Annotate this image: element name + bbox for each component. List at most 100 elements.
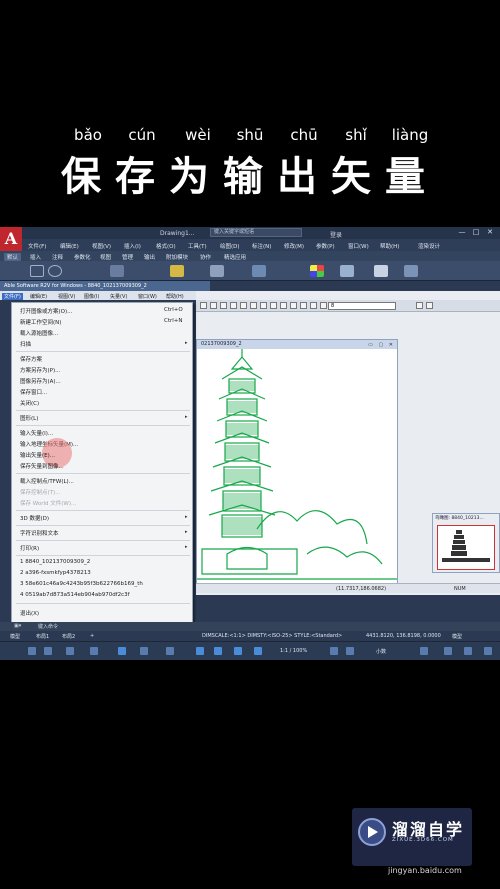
- menu-3d-data[interactable]: 3D 数据(D): [20, 514, 49, 522]
- tab-collaborate[interactable]: 协作: [200, 253, 211, 261]
- tab-default[interactable]: 默认: [4, 253, 22, 261]
- tool-icon[interactable]: [270, 302, 277, 309]
- isolate-icon[interactable]: [420, 647, 428, 655]
- able-menu-image[interactable]: 图像(I): [84, 293, 99, 300]
- menu-save-project[interactable]: 保存方案: [20, 355, 42, 363]
- move-icon[interactable]: [110, 265, 124, 277]
- menu-parametric[interactable]: 参数(P): [316, 242, 335, 250]
- tool-icon[interactable]: [230, 302, 237, 309]
- view-icon[interactable]: [404, 265, 418, 277]
- tool-icon[interactable]: [240, 302, 247, 309]
- menu-export-vector[interactable]: 输出矢量(E)...: [20, 451, 55, 459]
- command-line[interactable]: ▣▾ 键入命令: [0, 622, 500, 631]
- recent-file-1[interactable]: 1 8840_102137009309_2: [20, 559, 90, 565]
- selection-icon[interactable]: [214, 647, 222, 655]
- scale-readout[interactable]: 1:1 / 100%: [280, 648, 307, 654]
- gizmo-icon[interactable]: [234, 647, 242, 655]
- layer-icon[interactable]: [252, 265, 266, 277]
- otrack-icon[interactable]: [140, 647, 148, 655]
- able-menu-help[interactable]: 帮助(H): [166, 293, 184, 300]
- transparency-icon[interactable]: [196, 647, 204, 655]
- recent-file-2[interactable]: 2 a396-fxsmkfyp4378213: [20, 570, 91, 576]
- osnap-icon[interactable]: [118, 647, 126, 655]
- menu-new-workspace[interactable]: 新建工作空间(N): [20, 318, 61, 326]
- color-wheel-icon[interactable]: [310, 265, 324, 277]
- menu-view[interactable]: 视图(V): [92, 242, 111, 250]
- tool-icon[interactable]: [310, 302, 317, 309]
- units-readout[interactable]: 小数: [376, 648, 386, 655]
- command-icon[interactable]: ▣▾: [14, 623, 21, 629]
- customize-icon[interactable]: [484, 647, 492, 655]
- menu-print[interactable]: 打印(R): [20, 544, 39, 552]
- tool-icon[interactable]: [250, 302, 257, 309]
- menu-exit[interactable]: 退出(X): [20, 609, 39, 617]
- snap-icon[interactable]: [44, 647, 52, 655]
- document-window-buttons[interactable]: ▭ ▢ ✕: [368, 341, 395, 350]
- tool-icon[interactable]: [416, 302, 423, 309]
- tab-insert[interactable]: 插入: [30, 253, 41, 261]
- menu-graphics[interactable]: 图形(L): [20, 414, 38, 422]
- add-layout-button[interactable]: +: [90, 633, 94, 639]
- able-menu-edit[interactable]: 编辑(E): [30, 293, 47, 300]
- polar-icon[interactable]: [90, 647, 98, 655]
- menu-help[interactable]: 帮助(H): [380, 242, 399, 250]
- menu-dimension[interactable]: 标注(N): [252, 242, 271, 250]
- able-menu-view[interactable]: 视图(V): [58, 293, 75, 300]
- annotation-icon[interactable]: [254, 647, 262, 655]
- tool-icon[interactable]: [210, 302, 217, 309]
- menu-save-window[interactable]: 保存窗口...: [20, 388, 47, 396]
- tab-addons[interactable]: 附加模块: [166, 253, 188, 261]
- tab-annotate[interactable]: 注释: [52, 253, 63, 261]
- text-icon[interactable]: [170, 265, 184, 277]
- menu-load-image[interactable]: 载入源始图像...: [20, 329, 58, 337]
- recent-file-4[interactable]: 4 0519ab7d873a514eb904ab970df2c3f: [20, 592, 130, 598]
- tool-icon[interactable]: [280, 302, 287, 309]
- tab-view[interactable]: 视图: [100, 253, 111, 261]
- tab-output[interactable]: 输出: [144, 253, 155, 261]
- menu-file[interactable]: 文件(F): [28, 242, 46, 250]
- circle-icon[interactable]: [48, 265, 62, 277]
- clean-screen-icon[interactable]: [464, 647, 472, 655]
- layer-select[interactable]: 8: [328, 302, 396, 310]
- line-icon[interactable]: [30, 265, 44, 277]
- close-button[interactable]: ✕: [484, 228, 496, 237]
- menu-close[interactable]: 关闭(C): [20, 399, 39, 407]
- lineweight-icon[interactable]: [166, 647, 174, 655]
- dimension-icon[interactable]: [210, 265, 224, 277]
- tool-icon[interactable]: [220, 302, 227, 309]
- menu-edit[interactable]: 编辑(E): [60, 242, 79, 250]
- menu-draw[interactable]: 绘图(D): [220, 242, 240, 250]
- autocad-logo[interactable]: A: [0, 227, 22, 251]
- tab-layout2[interactable]: 布局2: [62, 633, 75, 640]
- maximize-button[interactable]: □: [470, 228, 482, 237]
- tab-parametric[interactable]: 参数化: [74, 253, 91, 261]
- menu-ocr-text[interactable]: 字符识别和文本: [20, 529, 59, 537]
- tool-icon[interactable]: [260, 302, 267, 309]
- calculator-icon[interactable]: [374, 265, 388, 277]
- tab-model[interactable]: 模型: [10, 633, 20, 640]
- menu-render[interactable]: 渲染设计: [418, 242, 440, 250]
- tool-icon[interactable]: [426, 302, 433, 309]
- plus-icon[interactable]: [346, 647, 354, 655]
- recent-file-3[interactable]: 3 58e601c46a9c4243b95f3b622766b169_th: [20, 581, 143, 587]
- ortho-icon[interactable]: [66, 647, 74, 655]
- tool-icon[interactable]: [320, 302, 327, 309]
- tool-icon[interactable]: [290, 302, 297, 309]
- model-space-label[interactable]: 模型: [452, 633, 462, 640]
- menu-save-image-as[interactable]: 图像另存为(A)...: [20, 377, 61, 385]
- user-login[interactable]: 登录: [330, 230, 342, 239]
- tool-icon[interactable]: [200, 302, 207, 309]
- able-menu-window[interactable]: 窗口(W): [138, 293, 157, 300]
- search-input[interactable]: 键入关键字或短语: [210, 228, 302, 237]
- minimize-button[interactable]: —: [456, 228, 468, 237]
- tool-icon[interactable]: [300, 302, 307, 309]
- menu-save-vector-to-image[interactable]: 保存矢量到图像...: [20, 462, 64, 470]
- menu-import-vector[interactable]: 输入矢量(I)...: [20, 429, 53, 437]
- menu-scan[interactable]: 扫描: [20, 340, 31, 348]
- able-menu-vector[interactable]: 矢量(V): [110, 293, 127, 300]
- tab-layout1[interactable]: 布局1: [36, 633, 49, 640]
- menu-tools[interactable]: 工具(T): [188, 242, 207, 250]
- menu-window[interactable]: 窗口(W): [348, 242, 369, 250]
- hardware-accel-icon[interactable]: [444, 647, 452, 655]
- menu-open-image[interactable]: 打开图像或方案(O)...: [20, 307, 72, 315]
